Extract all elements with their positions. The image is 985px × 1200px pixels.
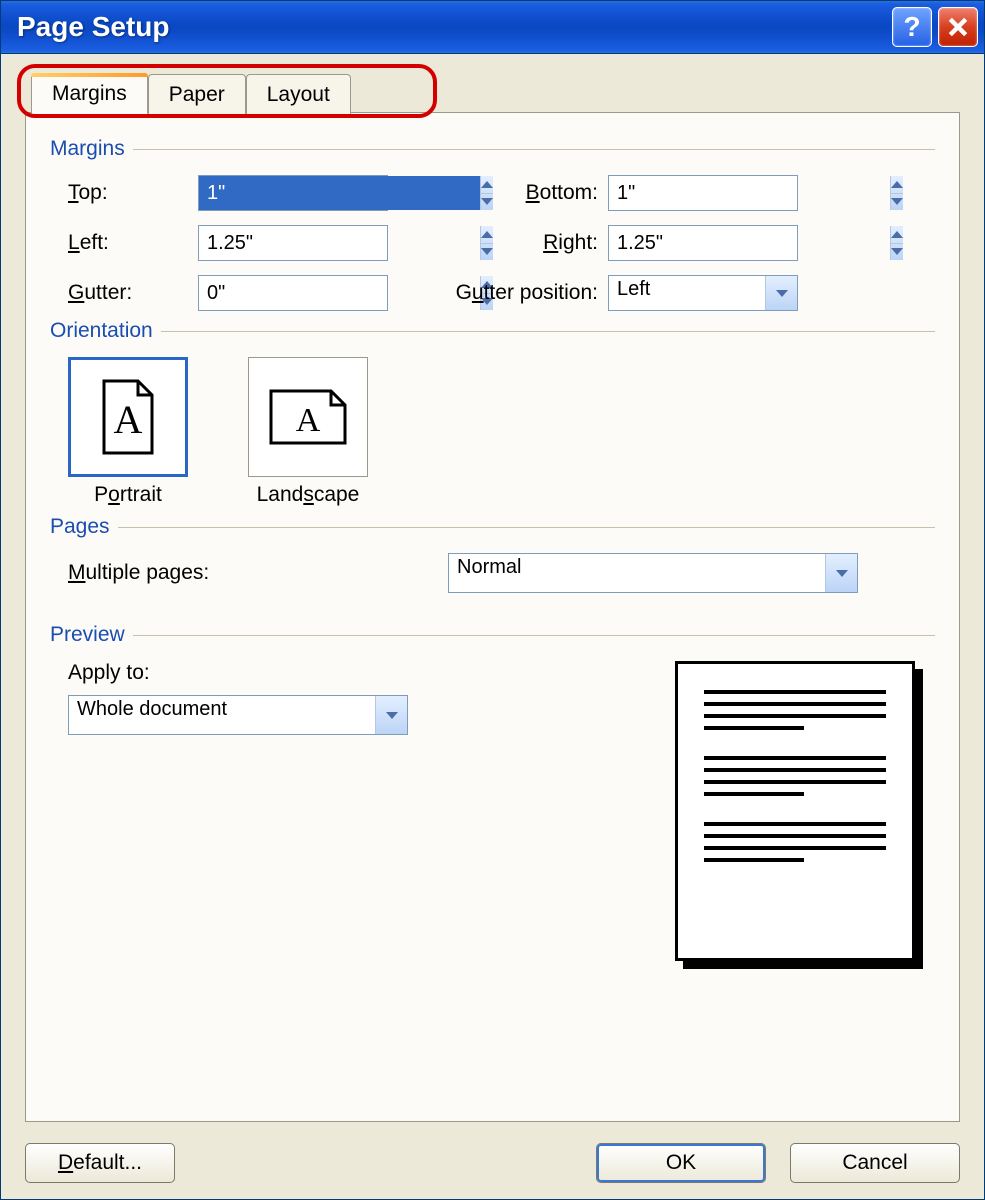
dialog-button-row: Default... OK Cancel [1,1131,984,1199]
multiple-pages-label: Multiple pages: [68,561,448,585]
section-margins-label: Margins [50,137,125,161]
margins-grid: Top: Bottom: Left: [68,175,935,311]
chevron-down-icon [891,248,903,255]
applyto-label: Apply to: [68,661,408,685]
section-margins-title: Margins [50,137,935,161]
tab-layout-label: Layout [267,83,330,106]
preview-right [448,661,935,961]
section-pages-title: Pages [50,515,935,539]
gutterpos-combo[interactable]: Left [608,275,798,311]
ok-button-label: OK [666,1151,696,1174]
bottom-spinner[interactable] [608,175,798,211]
top-spinner[interactable] [198,175,388,211]
section-orientation-label: Orientation [50,319,153,343]
preview-left: Apply to: Whole document [68,661,408,961]
default-button[interactable]: Default... [25,1143,175,1183]
dialog-content: Margins Paper Layout Margins Top: [1,54,984,1131]
titlebar: Page Setup ? [1,1,984,54]
dialog-title: Page Setup [17,11,886,43]
tab-row: Margins Paper Layout [31,72,960,113]
section-pages-label: Pages [50,515,110,539]
section-orientation-title: Orientation [50,319,935,343]
bottom-label: Bottom: [388,181,608,205]
tab-margins-label: Margins [52,82,127,105]
applyto-value: Whole document [69,696,375,734]
chevron-down-icon [776,290,788,297]
cancel-button[interactable]: Cancel [790,1143,960,1183]
bottom-spin-buttons[interactable] [890,176,903,210]
orientation-landscape-label: Landscape [257,483,360,507]
gutterpos-drop[interactable] [765,276,797,310]
ok-button[interactable]: OK [596,1143,766,1183]
tab-margins[interactable]: Margins [31,73,148,114]
close-button[interactable] [938,7,978,47]
chevron-down-icon [386,712,398,719]
top-label: Top: [68,181,198,205]
bottom-spin-up[interactable] [891,176,903,194]
right-spin-down[interactable] [891,244,903,261]
page-setup-dialog: Page Setup ? Margins Paper Layout [0,0,985,1200]
bottom-spin-down[interactable] [891,194,903,211]
default-button-label: Default... [58,1151,142,1174]
left-spinner[interactable] [198,225,388,261]
right-spinner[interactable] [608,225,798,261]
page-landscape-icon: A [267,387,349,447]
gutter-spinner[interactable] [198,275,388,311]
page-preview-icon [675,661,915,961]
orientation-landscape-thumb: A [248,357,368,477]
tab-paper-label: Paper [169,83,225,106]
preview-area: Apply to: Whole document [68,661,935,961]
help-button[interactable]: ? [892,7,932,47]
help-icon: ? [903,11,920,43]
right-spin-up[interactable] [891,226,903,244]
applyto-combo[interactable]: Whole document [68,695,408,735]
orientation-row: A Portrait A Landscape [68,357,935,507]
close-icon [947,16,969,38]
tab-paper[interactable]: Paper [148,74,246,114]
pages-row: Multiple pages: Normal [68,553,935,593]
orientation-landscape[interactable]: A Landscape [248,357,368,507]
right-input[interactable] [609,226,890,260]
svg-text:A: A [296,402,321,439]
tab-panel: Margins Top: Bottom: [25,112,960,1122]
chevron-down-icon [836,570,848,577]
chevron-up-icon [891,181,903,188]
gutterpos-value: Left [609,276,765,310]
orientation-portrait[interactable]: A Portrait [68,357,188,507]
cancel-button-label: Cancel [842,1151,907,1174]
right-label: Right: [388,231,608,255]
section-preview-title: Preview [50,623,935,647]
svg-text:A: A [114,397,143,442]
multiple-pages-drop[interactable] [825,554,857,592]
applyto-drop[interactable] [375,696,407,734]
right-spin-buttons[interactable] [890,226,903,260]
orientation-portrait-label: Portrait [94,483,162,507]
gutterpos-label: Gutter position: [388,281,608,305]
multiple-pages-value: Normal [449,554,825,592]
bottom-input[interactable] [609,176,890,210]
chevron-down-icon [891,198,903,205]
orientation-portrait-thumb: A [68,357,188,477]
page-portrait-icon: A [98,379,158,455]
tab-layout[interactable]: Layout [246,74,351,114]
section-preview-label: Preview [50,623,125,647]
gutter-label: Gutter: [68,281,198,305]
multiple-pages-combo[interactable]: Normal [448,553,858,593]
left-label: Left: [68,231,198,255]
chevron-up-icon [891,231,903,238]
